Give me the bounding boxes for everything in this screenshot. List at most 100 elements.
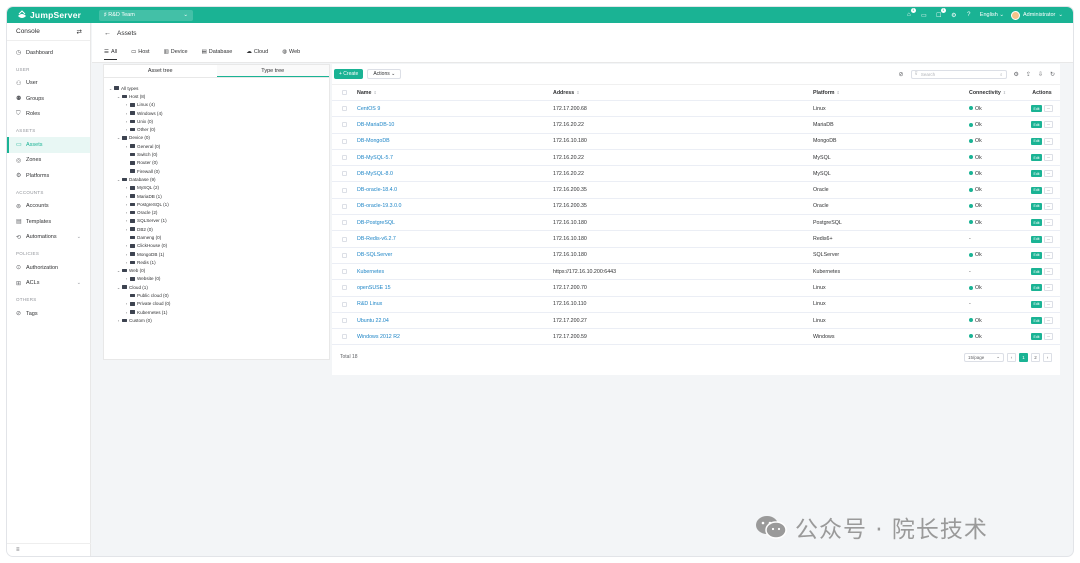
- asset-name-link[interactable]: DB-MySQL-5.7: [357, 155, 393, 161]
- tree-node[interactable]: ⌄ Cloud (1): [107, 283, 329, 291]
- asset-name-link[interactable]: openSUSE 15: [357, 285, 391, 291]
- sidebar-item-templates[interactable]: ▤ Templates: [7, 214, 90, 230]
- tree-node[interactable]: ⌄ All types: [107, 84, 329, 92]
- column-header-platform[interactable]: Platform ⇕: [813, 90, 969, 96]
- tag-filter-icon[interactable]: ⊘: [898, 71, 903, 78]
- next-page-button[interactable]: ›: [1043, 352, 1052, 362]
- tree-node[interactable]: › Unix (0): [107, 117, 329, 125]
- row-checkbox[interactable]: [342, 285, 347, 291]
- help-icon[interactable]: ?: [965, 11, 973, 19]
- row-checkbox[interactable]: [342, 187, 347, 193]
- asset-name-link[interactable]: DB-PostgreSQL: [357, 220, 395, 226]
- back-arrow-icon[interactable]: ←: [104, 30, 111, 37]
- row-checkbox[interactable]: [342, 122, 347, 128]
- edit-button[interactable]: Edit: [1031, 284, 1042, 292]
- column-header-name[interactable]: Name ⇕: [357, 90, 553, 96]
- tree-node[interactable]: › Redis (1): [107, 258, 329, 266]
- chevron-down-icon[interactable]: ⌄: [115, 135, 122, 140]
- chevron-right-icon[interactable]: ›: [123, 202, 130, 207]
- tab-database[interactable]: ▤ Database: [202, 44, 233, 60]
- row-checkbox[interactable]: [342, 138, 347, 144]
- more-actions-button[interactable]: ···: [1044, 235, 1053, 243]
- tree-node[interactable]: Switch (0): [107, 150, 329, 158]
- tree-node[interactable]: Public cloud (0): [107, 291, 329, 299]
- column-header-connectivity[interactable]: Connectivity ⇕: [969, 90, 1024, 96]
- brand-logo[interactable]: JumpServer: [7, 10, 99, 20]
- org-switcher[interactable]: ♯ R&D Team ⌄: [99, 9, 193, 21]
- more-actions-button[interactable]: ···: [1044, 170, 1053, 178]
- switch-view-icon[interactable]: ⇄: [77, 28, 82, 36]
- more-actions-button[interactable]: ···: [1044, 219, 1053, 227]
- chevron-right-icon[interactable]: ›: [123, 144, 130, 149]
- chevron-right-icon[interactable]: ›: [123, 252, 130, 257]
- asset-name-link[interactable]: DB-MariaDB-10: [357, 122, 394, 128]
- row-checkbox[interactable]: [342, 334, 347, 340]
- sidebar-item-zones[interactable]: ◎ Zones: [7, 153, 90, 169]
- row-checkbox[interactable]: [342, 236, 347, 242]
- chevron-right-icon[interactable]: ›: [123, 127, 130, 132]
- row-checkbox[interactable]: [342, 269, 347, 275]
- tree-node[interactable]: › Custom (0): [107, 316, 329, 324]
- sidebar-item-user[interactable]: ⚇ User: [7, 76, 90, 92]
- more-actions-button[interactable]: ···: [1044, 202, 1053, 210]
- tickets-icon[interactable]: ☐ 1: [935, 8, 946, 19]
- row-checkbox[interactable]: [342, 171, 347, 177]
- tree-node[interactable]: › Oracle (2): [107, 208, 329, 216]
- tree-node[interactable]: › PostgreSQL (1): [107, 200, 329, 208]
- page-size-select[interactable]: 15/page ⌄: [964, 352, 1004, 362]
- page-button-2[interactable]: 2: [1031, 352, 1040, 362]
- chevron-right-icon[interactable]: ›: [123, 111, 130, 116]
- sidebar-item-dashboard[interactable]: ◷ Dashboard: [7, 45, 90, 61]
- asset-name-link[interactable]: Ubuntu 22.04: [357, 318, 389, 324]
- chevron-right-icon[interactable]: ›: [123, 194, 130, 199]
- tab-asset-tree[interactable]: Asset tree: [104, 65, 217, 77]
- select-all-checkbox[interactable]: [342, 90, 347, 95]
- asset-name-link[interactable]: DB-MongoDB: [357, 138, 390, 144]
- column-header-address[interactable]: Address ⇕: [553, 90, 813, 96]
- edit-button[interactable]: Edit: [1031, 137, 1042, 145]
- refresh-icon[interactable]: ↻: [1050, 71, 1055, 78]
- edit-button[interactable]: Edit: [1031, 317, 1042, 324]
- chevron-down-icon[interactable]: ⌄: [107, 86, 114, 91]
- more-actions-button[interactable]: ···: [1044, 300, 1053, 308]
- tab-type-tree[interactable]: Type tree: [216, 65, 329, 77]
- tab-web[interactable]: ◍ Web: [282, 44, 300, 60]
- more-actions-button[interactable]: ···: [1044, 154, 1053, 162]
- collapse-sidebar-button[interactable]: ≡: [7, 543, 91, 556]
- tree-node[interactable]: ⌄ Web (0): [107, 267, 329, 275]
- edit-button[interactable]: Edit: [1031, 251, 1042, 259]
- tab-cloud[interactable]: ☁ Cloud: [246, 44, 268, 60]
- edit-button[interactable]: Edit: [1031, 333, 1042, 341]
- row-checkbox[interactable]: [342, 252, 347, 258]
- asset-name-link[interactable]: CentOS 9: [357, 106, 380, 112]
- file-manager-icon[interactable]: ▭: [920, 11, 928, 19]
- tree-node[interactable]: › Kubernetes (1): [107, 308, 329, 316]
- chevron-down-icon[interactable]: ⌄: [115, 177, 122, 182]
- more-actions-button[interactable]: ···: [1044, 137, 1053, 145]
- more-actions-button[interactable]: ···: [1044, 284, 1053, 292]
- chevron-right-icon[interactable]: ›: [123, 276, 130, 281]
- chevron-down-icon[interactable]: ⌄: [115, 285, 122, 290]
- tree-node[interactable]: ⌄ Database (9): [107, 175, 329, 183]
- tree-node[interactable]: Dameng (0): [107, 233, 329, 241]
- sidebar-item-tags[interactable]: ⊘ Tags: [7, 306, 90, 322]
- sidebar-item-accounts[interactable]: ⊚ Accounts: [7, 199, 90, 215]
- tree-node[interactable]: › Other (0): [107, 125, 329, 133]
- chevron-right-icon[interactable]: ›: [123, 102, 130, 107]
- edit-button[interactable]: Edit: [1031, 154, 1042, 162]
- edit-button[interactable]: Edit: [1031, 186, 1042, 194]
- search-input[interactable]: ⊽ Search ⌕: [910, 69, 1007, 79]
- tree-node[interactable]: › MySQL (2): [107, 184, 329, 192]
- chevron-right-icon[interactable]: ›: [123, 218, 130, 223]
- chevron-down-icon[interactable]: ⌄: [115, 94, 122, 99]
- sidebar-item-platforms[interactable]: ⚙ Platforms: [7, 168, 90, 184]
- edit-button[interactable]: Edit: [1031, 202, 1042, 210]
- row-checkbox[interactable]: [342, 155, 347, 161]
- sidebar-item-groups[interactable]: ⚉ Groups: [7, 91, 90, 107]
- row-checkbox[interactable]: [342, 318, 347, 323]
- chevron-right-icon[interactable]: ›: [123, 243, 130, 248]
- more-actions-button[interactable]: ···: [1044, 121, 1053, 129]
- tree-node[interactable]: › MariaDB (1): [107, 192, 329, 200]
- tree-node[interactable]: › Linux (4): [107, 101, 329, 109]
- tree-node[interactable]: ⌄ Device (0): [107, 134, 329, 142]
